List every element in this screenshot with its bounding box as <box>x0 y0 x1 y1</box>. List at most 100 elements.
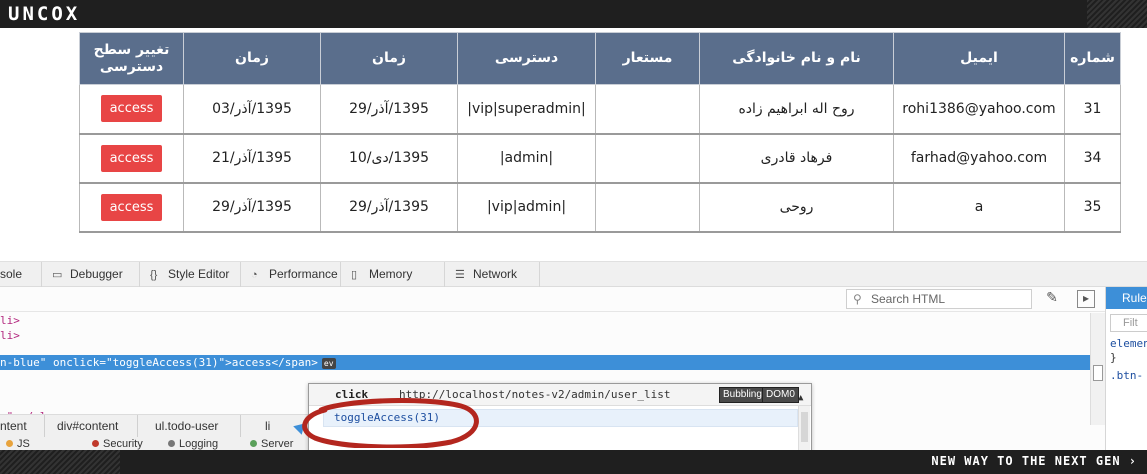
cell-id: 31 <box>1064 84 1121 135</box>
table-header-row: شماره ایمیل نام و نام خانوادگی مستعار دس… <box>79 32 1121 85</box>
braces-icon: {} <box>150 269 158 281</box>
event-listener-popup: click http://localhost/notes-v2/admin/us… <box>308 383 812 453</box>
screenshot-node-icon[interactable]: ▸ <box>1077 290 1095 308</box>
js-dot-icon <box>6 440 13 447</box>
filter-label: JS <box>17 438 30 450</box>
search-html-input[interactable]: ⚲ Search HTML <box>846 289 1032 309</box>
event-header[interactable]: click http://localhost/notes-v2/admin/us… <box>309 384 811 406</box>
cell-time: 1395/آذر/29 <box>320 84 458 135</box>
breadcrumb-item[interactable]: li <box>265 415 270 437</box>
network-icon: ☰ <box>455 269 465 281</box>
filter-server[interactable]: Server <box>250 437 293 451</box>
tab-network[interactable]: ☰ Network <box>445 262 540 287</box>
tab-memory[interactable]: ▯ Memory <box>341 262 445 287</box>
cell-name: روحی <box>699 182 894 233</box>
tab-console[interactable]: sole <box>0 262 42 287</box>
tab-style-editor[interactable]: {} Style Editor <box>140 262 241 287</box>
rules-panel: Rules Filt elemen } .btn- <box>1105 287 1147 451</box>
cell-time-2: 1395/آذر/21 <box>183 133 321 184</box>
breadcrumb: ntent div#content ul.todo-user li <box>0 414 320 437</box>
breadcrumb-separator <box>44 415 45 437</box>
tab-label: Performance <box>269 267 338 281</box>
filter-js[interactable]: JS <box>6 437 30 451</box>
dom0-badge: DOM0 <box>762 387 799 403</box>
tab-label: Debugger <box>70 267 123 281</box>
console-filter-bar: JS Security Logging Server <box>0 437 320 451</box>
cell-email: a <box>893 182 1065 233</box>
access-button[interactable]: access <box>100 95 163 123</box>
scrollbar-thumb[interactable] <box>1093 365 1103 381</box>
filter-security[interactable]: Security <box>92 437 143 451</box>
breadcrumb-arrow-icon <box>293 419 309 435</box>
breadcrumb-item[interactable]: ul.todo-user <box>155 415 218 437</box>
table-row: 35 a روحی |vip|admin| 1395/آذر/29 1395/آ… <box>79 182 1121 233</box>
event-source-url[interactable]: http://localhost/notes-v2/admin/user_lis… <box>399 384 671 405</box>
table-row: 34 farhad@yahoo.com فرهاد قادری |admin| … <box>79 133 1121 184</box>
cell-id: 35 <box>1064 182 1121 233</box>
cell-email: rohi1386@yahoo.com <box>893 84 1065 135</box>
tab-performance[interactable]: ◔ Performance <box>241 262 341 287</box>
search-icon: ⚲ <box>853 292 862 306</box>
column-header-name: نام و نام خانوادگی <box>699 32 894 85</box>
cell-action: access <box>79 84 184 135</box>
column-header-alias: مستعار <box>595 32 700 85</box>
filter-label: Server <box>261 438 294 450</box>
markup-line[interactable]: li> <box>0 328 20 343</box>
column-header-time-2: زمان <box>183 32 321 85</box>
popup-scrollbar[interactable] <box>798 406 810 452</box>
filter-logging[interactable]: Logging <box>168 437 218 451</box>
markup-scrollbar[interactable] <box>1090 313 1105 425</box>
tagline: NEW WAY TO THE NEXT GEN › <box>931 454 1137 468</box>
bottom-banner: NEW WAY TO THE NEXT GEN › <box>0 450 1147 474</box>
eyedropper-icon[interactable]: ✎ <box>1043 290 1061 308</box>
selected-markup-line[interactable]: n-blue" onclick="toggleAccess(31)">acces… <box>0 355 1090 370</box>
tab-label: Style Editor <box>168 267 230 281</box>
access-button[interactable]: access <box>100 193 163 221</box>
breadcrumb-separator <box>137 415 138 437</box>
devtools-tabbar: sole ▭ Debugger {} Style Editor ◔ Performan… <box>0 262 1147 287</box>
markup-line[interactable]: li> <box>0 313 20 328</box>
bubbling-badge: Bubbling <box>719 387 766 403</box>
breadcrumb-item[interactable]: div#content <box>57 415 118 437</box>
scrollbar-thumb[interactable] <box>801 412 808 442</box>
tab-rules[interactable]: Rules <box>1106 287 1147 309</box>
rules-line: elemen <box>1110 337 1147 350</box>
security-dot-icon <box>92 440 99 447</box>
filter-label: Logging <box>179 438 219 450</box>
cell-alias <box>595 182 700 233</box>
search-placeholder: Search HTML <box>871 292 946 306</box>
tab-debugger[interactable]: ▭ Debugger <box>42 262 140 287</box>
cell-time: 1395/دی/10 <box>320 133 458 184</box>
handler-function: toggleAccess(31) <box>334 411 440 424</box>
column-header-access: دسترسی <box>457 32 596 85</box>
column-header-change-access: تغییر سطح دسترسی <box>79 32 184 85</box>
event-name: click <box>335 388 369 401</box>
breadcrumb-item[interactable]: ntent <box>0 415 27 437</box>
breadcrumb-separator <box>240 415 241 437</box>
debugger-icon: ▭ <box>52 269 63 281</box>
cell-name: روح اله ابراهیم زاده <box>699 84 894 135</box>
rules-line: } <box>1110 351 1117 364</box>
column-header-email: ایمیل <box>893 32 1065 85</box>
event-handler-code: toggleAccess(31) <box>323 409 798 427</box>
cell-name: فرهاد قادری <box>699 133 894 184</box>
logging-dot-icon <box>168 440 175 447</box>
event-badge[interactable]: ev <box>321 358 336 369</box>
column-header-id: شماره <box>1064 32 1121 85</box>
cell-alias <box>595 133 700 184</box>
cell-access: |vip|admin| <box>457 182 596 233</box>
cell-access: |vip|superadmin| <box>457 84 596 135</box>
banner-stripes <box>1087 0 1147 28</box>
banner-stripes <box>0 450 120 474</box>
rules-filter-input[interactable]: Filt <box>1110 314 1147 332</box>
chip-icon: ▯ <box>351 269 358 281</box>
tab-label: Memory <box>369 267 413 281</box>
access-button[interactable]: access <box>100 144 163 172</box>
column-header-time: زمان <box>320 32 458 85</box>
cell-action: access <box>79 182 184 233</box>
tab-label: Network <box>473 267 518 281</box>
selected-node-text: n-blue" onclick="toggleAccess(31)">acces… <box>0 356 318 369</box>
cell-time-2: 1395/آذر/03 <box>183 84 321 135</box>
cell-time: 1395/آذر/29 <box>320 182 458 233</box>
top-banner: UNCOX <box>0 0 1147 28</box>
